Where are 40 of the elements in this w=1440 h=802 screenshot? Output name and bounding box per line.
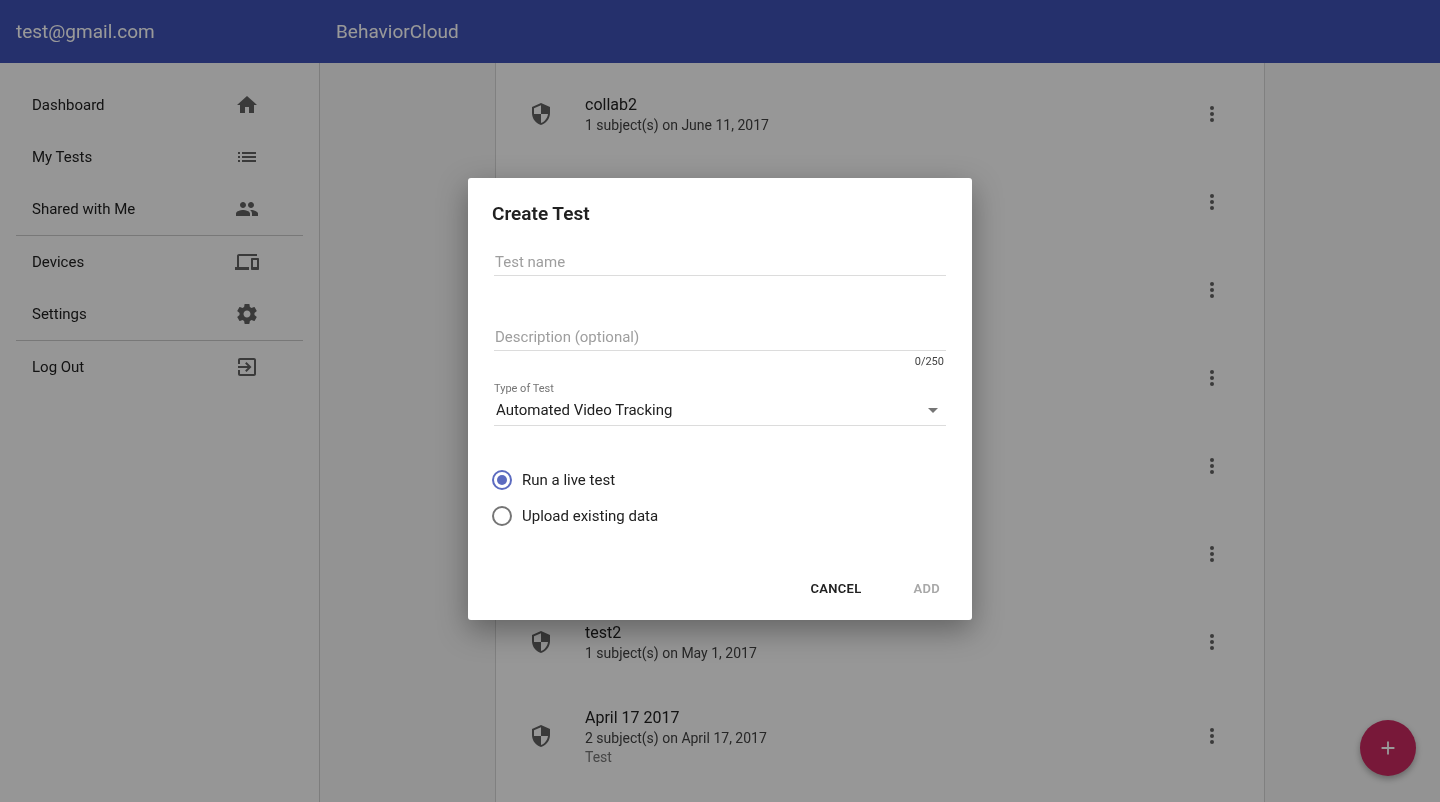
type-label: Type of Test xyxy=(494,382,555,395)
app-title: BehaviorCloud xyxy=(335,20,459,43)
test-type-select[interactable]: Automated Video Tracking xyxy=(494,395,946,426)
more-options-icon[interactable] xyxy=(1210,728,1214,744)
test-title: collab2 xyxy=(585,95,638,114)
more-options-icon[interactable] xyxy=(1210,282,1214,298)
more-options-icon[interactable] xyxy=(1210,634,1214,650)
test-note: Test xyxy=(585,748,613,765)
shield-icon xyxy=(529,724,553,748)
shield-icon xyxy=(529,630,553,654)
test-details: 1 subject(s) on May 1, 2017 xyxy=(585,645,758,661)
radio-button[interactable] xyxy=(492,470,512,490)
test-details: 1 subject(s) on June 11, 2017 xyxy=(585,117,770,133)
description-field[interactable]: Description (optional) xyxy=(494,324,946,351)
dropdown-caret-icon xyxy=(928,407,938,413)
dialog-button[interactable]: CANCEL xyxy=(794,573,878,604)
shield-icon xyxy=(529,102,553,126)
more-options-icon[interactable] xyxy=(1210,370,1214,386)
test-title: test2 xyxy=(585,623,623,642)
test-details: 2 subject(s) on April 17, 2017 xyxy=(585,729,768,746)
dialog-title: Create Test xyxy=(492,202,591,225)
more-options-icon[interactable] xyxy=(1210,458,1214,474)
settings-icon xyxy=(235,302,259,326)
test-title: April 17 2017 xyxy=(585,707,681,727)
more-options-icon[interactable] xyxy=(1210,194,1214,210)
sidebar-item[interactable]: Shared with Me xyxy=(16,183,303,235)
radio-option[interactable]: Run a live test xyxy=(492,470,946,490)
radio-button[interactable] xyxy=(492,506,512,526)
sidebar-item[interactable]: Devices xyxy=(16,236,303,288)
account-email: test@gmail.com xyxy=(16,20,155,43)
more-options-icon[interactable] xyxy=(1210,106,1214,122)
character-counter: 0/250 xyxy=(914,355,944,368)
test-name-field[interactable]: Test name xyxy=(494,249,946,276)
sidebar-item[interactable]: Settings xyxy=(16,288,303,340)
sidebar-item[interactable]: Dashboard xyxy=(16,79,303,131)
logout-icon xyxy=(235,355,259,379)
sidebar-item[interactable]: My Tests xyxy=(16,131,303,183)
more-options-icon[interactable] xyxy=(1210,546,1214,562)
radio-option[interactable]: Upload existing data xyxy=(492,506,946,526)
sidebar-item[interactable]: Log Out xyxy=(16,341,303,393)
